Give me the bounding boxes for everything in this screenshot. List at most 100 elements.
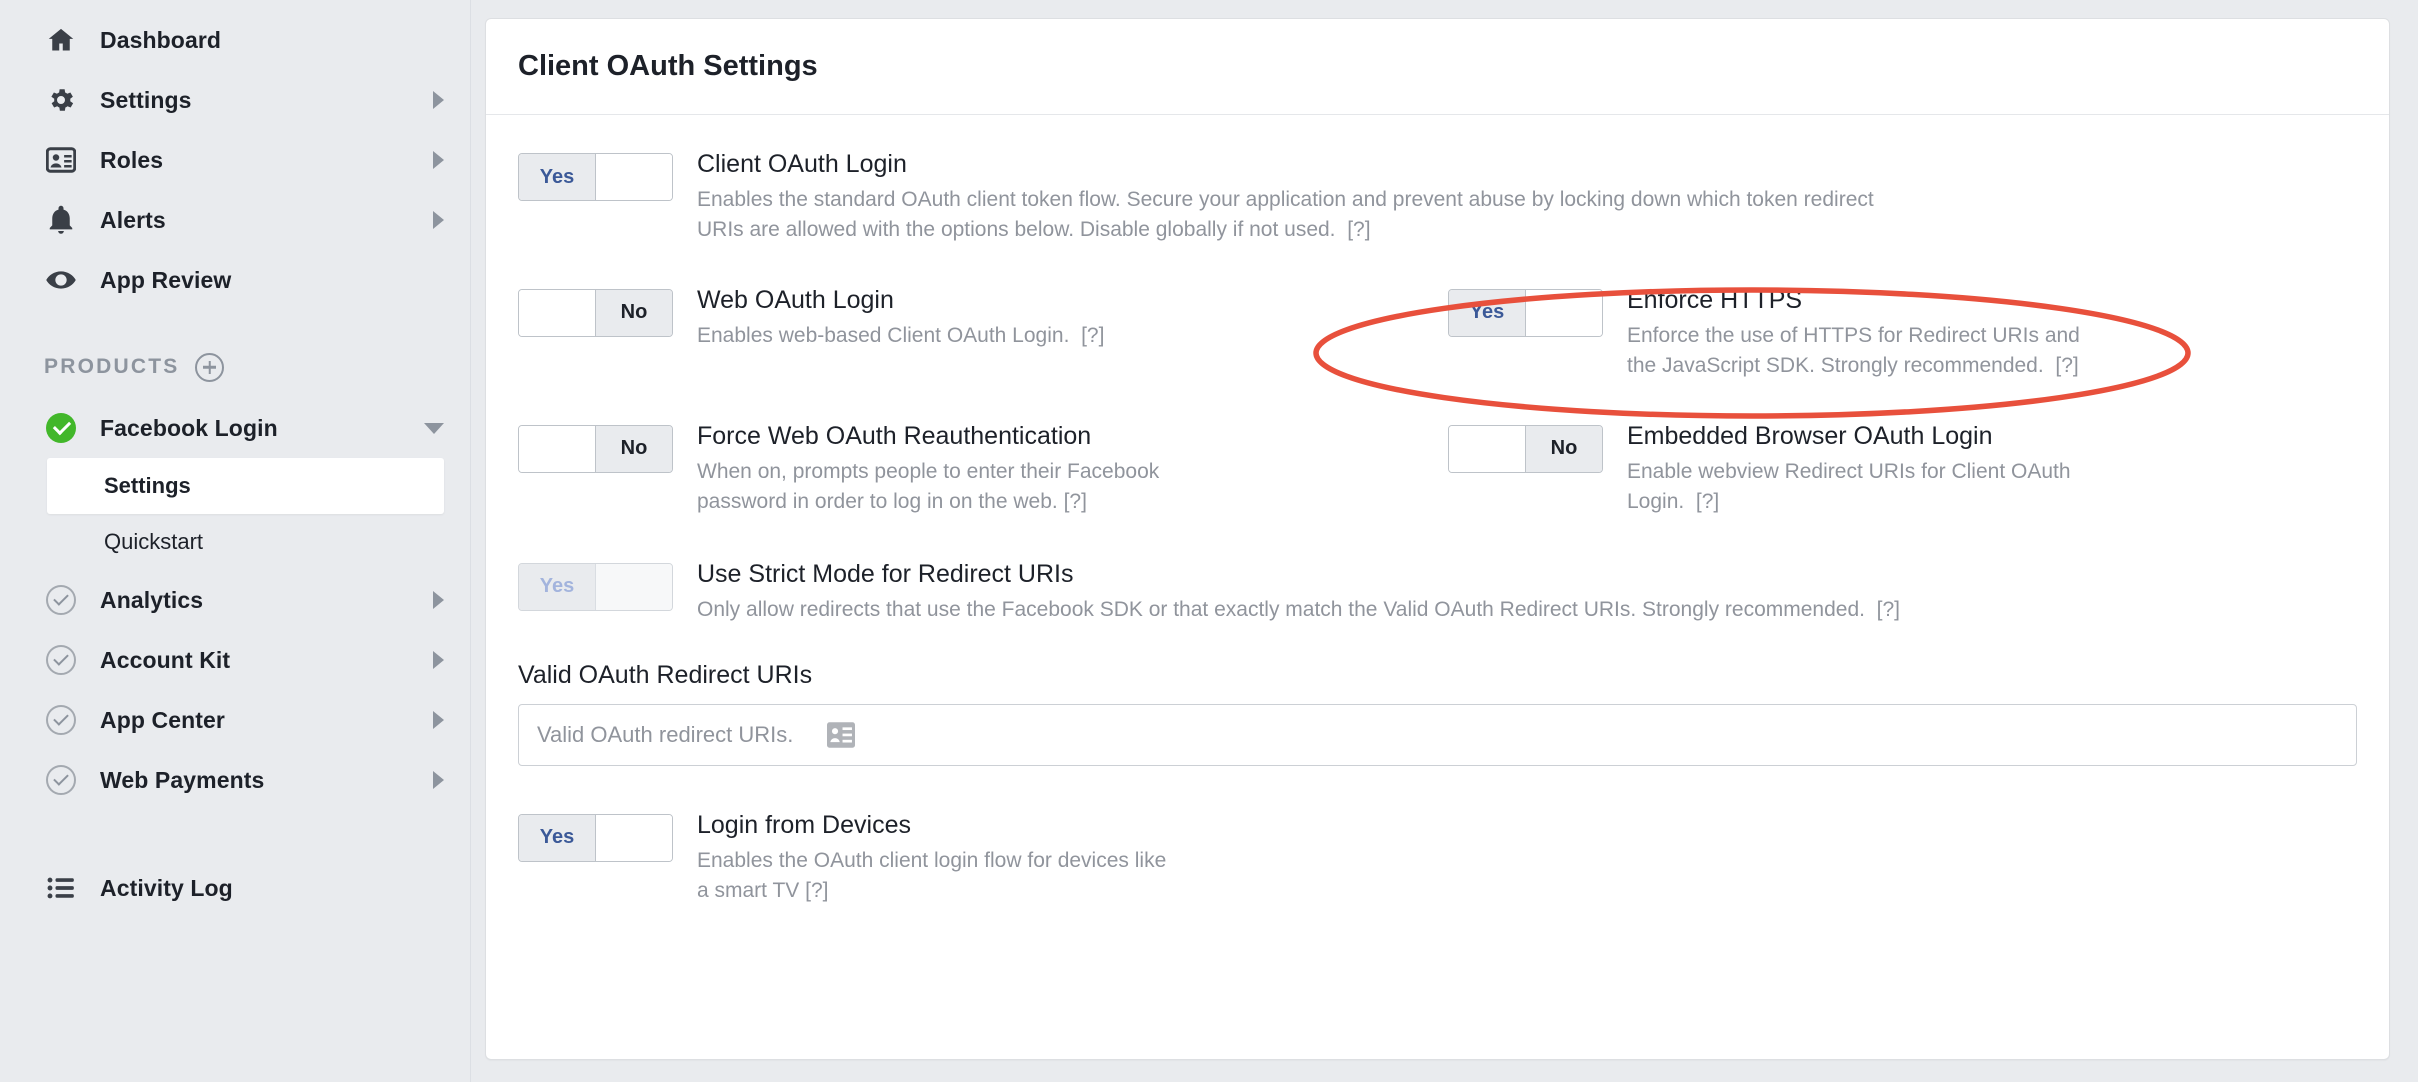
- help-link[interactable]: [?]: [805, 879, 828, 902]
- toggle-yes-label: Yes: [519, 563, 596, 610]
- plus-circle-icon[interactable]: [195, 352, 225, 382]
- sidebar-subitem-settings[interactable]: Settings: [47, 458, 444, 514]
- sidebar-item-label: Dashboard: [100, 26, 222, 53]
- sidebar-item-app-review[interactable]: App Review: [0, 250, 470, 310]
- row-login-from-devices: Yes Login from Devices Enables the OAuth…: [518, 810, 2357, 906]
- chevron-right-icon: [433, 211, 444, 229]
- help-link[interactable]: [?]: [2055, 354, 2078, 377]
- option-title: Login from Devices: [697, 810, 911, 839]
- option-description-text: Enables web-based Client OAuth Login.: [697, 324, 1070, 348]
- sidebar-item-label: Alerts: [100, 206, 166, 233]
- option-title: Enforce HTTPS: [1627, 285, 1803, 314]
- redirect-uris-input[interactable]: Valid OAuth redirect URIs.: [518, 703, 2357, 766]
- toggle-off-half: [596, 563, 672, 610]
- redirect-uris-label: Valid OAuth Redirect URIs: [518, 660, 813, 689]
- chevron-right-icon: [433, 91, 444, 109]
- sidebar-item-label: Analytics: [100, 586, 204, 613]
- option-client-oauth-login: Yes Client OAuth Login Enables the stand…: [518, 149, 2357, 245]
- option-description-text: Enables the standard OAuth client token …: [697, 188, 1874, 242]
- chevron-right-icon: [433, 771, 444, 789]
- check-outline-icon: [44, 583, 78, 617]
- toggle-strict-mode[interactable]: Yes: [518, 562, 673, 611]
- sidebar-item-label: Facebook Login: [100, 414, 278, 441]
- toggle-on-half: [519, 289, 596, 336]
- toggle-on-half: [519, 425, 596, 472]
- help-link[interactable]: [?]: [1696, 490, 1719, 513]
- option-description: Enforce the use of HTTPS for Redirect UR…: [1627, 321, 2097, 381]
- products-section-header: PRODUCTS: [0, 336, 470, 398]
- option-login-from-devices: Yes Login from Devices Enables the OAuth…: [518, 810, 2357, 906]
- option-description-text: Enforce the use of HTTPS for Redirect UR…: [1627, 324, 2080, 377]
- check-outline-icon: [44, 643, 78, 677]
- toggle-no-label: No: [596, 289, 672, 336]
- client-oauth-settings-card: Client OAuth Settings Yes Client OAuth L…: [485, 18, 2390, 1060]
- option-strict-mode: Yes Use Strict Mode for Redirect URIs On…: [518, 559, 2357, 625]
- page-title: Client OAuth Settings: [518, 50, 818, 82]
- toggle-off-half: [596, 154, 672, 200]
- help-link[interactable]: [?]: [1877, 598, 1900, 621]
- toggle-force-web-oauth-reauth[interactable]: No: [518, 424, 673, 473]
- sidebar-item-label: Roles: [100, 146, 164, 173]
- gear-icon: [44, 83, 78, 117]
- option-description: When on, prompts people to enter their F…: [697, 457, 1177, 517]
- toggle-web-oauth-login[interactable]: No: [518, 288, 673, 337]
- sidebar-item-app-center[interactable]: App Center: [0, 690, 470, 750]
- option-description-text: Only allow redirects that use the Facebo…: [697, 597, 1865, 621]
- sidebar: Dashboard Settings Roles Alerts App Revi…: [0, 0, 471, 1082]
- sidebar-item-settings[interactable]: Settings: [0, 70, 470, 130]
- toggle-no-label: No: [596, 425, 672, 472]
- chevron-right-icon: [433, 591, 444, 609]
- option-texts: Client OAuth Login Enables the standard …: [697, 149, 1897, 245]
- sidebar-item-web-payments[interactable]: Web Payments: [0, 750, 470, 810]
- toggle-login-from-devices[interactable]: Yes: [518, 813, 673, 862]
- option-texts: Enforce HTTPS Enforce the use of HTTPS f…: [1627, 285, 2097, 381]
- sidebar-item-dashboard[interactable]: Dashboard: [0, 10, 470, 70]
- option-title: Client OAuth Login: [697, 150, 907, 178]
- toggle-client-oauth-login[interactable]: Yes: [518, 153, 673, 201]
- chevron-right-icon: [433, 651, 444, 669]
- sidebar-item-account-kit[interactable]: Account Kit: [0, 630, 470, 690]
- help-link[interactable]: [?]: [1064, 490, 1087, 513]
- toggle-embedded-browser-oauth-login[interactable]: No: [1448, 424, 1603, 473]
- contact-card-icon[interactable]: [827, 721, 856, 748]
- sidebar-item-label: App Center: [100, 706, 225, 733]
- sidebar-item-label: Account Kit: [100, 646, 231, 673]
- bell-icon: [44, 203, 78, 237]
- redirect-uris-section: Valid OAuth Redirect URIs Valid OAuth re…: [518, 661, 2357, 766]
- eye-icon: [44, 263, 78, 297]
- check-filled-green-icon: [44, 411, 78, 445]
- option-texts: Use Strict Mode for Redirect URIs Only a…: [697, 559, 1900, 625]
- toggle-enforce-https[interactable]: Yes: [1448, 288, 1603, 337]
- help-link[interactable]: [?]: [1347, 218, 1370, 241]
- toggle-on-half: [1449, 425, 1526, 472]
- sidebar-item-activity-log[interactable]: Activity Log: [0, 858, 470, 918]
- option-texts: Embedded Browser OAuth Login Enable webv…: [1627, 421, 2097, 517]
- check-outline-icon: [44, 703, 78, 737]
- chevron-right-icon: [433, 711, 444, 729]
- card-body: Yes Client OAuth Login Enables the stand…: [486, 115, 2389, 906]
- help-link[interactable]: [?]: [1081, 324, 1104, 347]
- row-web-oauth-enforce-https: No Web OAuth Login Enables web-based Cli…: [518, 285, 2357, 381]
- sidebar-subitem-label: Quickstart: [104, 529, 204, 554]
- option-texts: Web OAuth Login Enables web-based Client…: [697, 285, 1104, 381]
- toggle-no-label: No: [1526, 425, 1602, 472]
- card-header: Client OAuth Settings: [486, 19, 2389, 115]
- products-label: PRODUCTS: [44, 355, 180, 378]
- sidebar-subitem-quickstart[interactable]: Quickstart: [47, 514, 444, 570]
- sidebar-item-alerts[interactable]: Alerts: [0, 190, 470, 250]
- list-icon: [44, 871, 78, 905]
- chevron-right-icon: [433, 151, 444, 169]
- sidebar-item-facebook-login[interactable]: Facebook Login: [0, 398, 470, 458]
- sidebar-item-roles[interactable]: Roles: [0, 130, 470, 190]
- toggle-yes-label: Yes: [519, 814, 596, 861]
- row-reauth-embedded: No Force Web OAuth Reauthentication When…: [518, 421, 2357, 517]
- sidebar-item-analytics[interactable]: Analytics: [0, 570, 470, 630]
- option-force-web-oauth-reauth: No Force Web OAuth Reauthentication When…: [518, 421, 1448, 517]
- row-strict-mode: Yes Use Strict Mode for Redirect URIs On…: [518, 559, 2357, 625]
- option-texts: Login from Devices Enables the OAuth cli…: [697, 810, 1177, 906]
- option-description: Enables the OAuth client login flow for …: [697, 846, 1177, 906]
- option-description-text: When on, prompts people to enter their F…: [697, 460, 1160, 513]
- id-card-icon: [44, 143, 78, 177]
- check-outline-icon: [44, 763, 78, 797]
- sidebar-item-label: Web Payments: [100, 766, 265, 793]
